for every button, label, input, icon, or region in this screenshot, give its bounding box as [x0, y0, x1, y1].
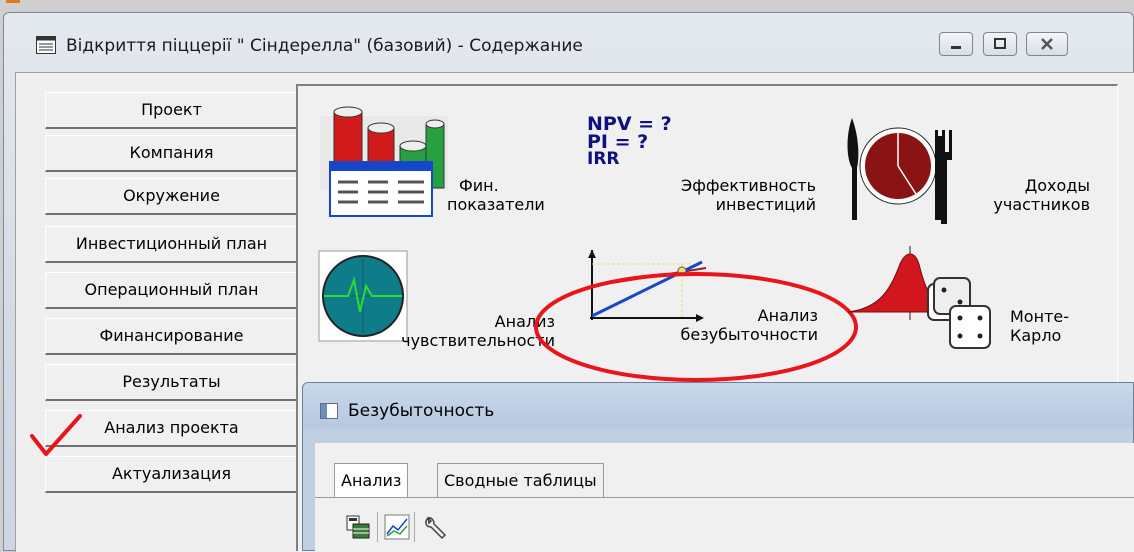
module-investment-efficiency[interactable] [580, 110, 820, 220]
montecarlo-label-line2: Карло [1010, 326, 1062, 345]
maximize-button[interactable] [983, 32, 1017, 56]
nav-button-company[interactable]: Компания [45, 135, 299, 172]
fin-label-line2: показатели [447, 195, 545, 214]
minimize-button[interactable] [939, 32, 973, 56]
subwindow-icon [320, 403, 338, 419]
toolbar-separator-2 [414, 512, 415, 542]
minimize-icon [951, 46, 961, 49]
export-table-icon[interactable] [345, 514, 371, 540]
maximize-icon [994, 38, 1006, 49]
chart-icon[interactable] [384, 514, 410, 540]
nav-button-financing[interactable]: Финансирование [45, 318, 299, 355]
nav-button-project[interactable]: Проект [45, 92, 299, 129]
income-plate-icon[interactable] [842, 114, 942, 224]
tab-strip-line [315, 497, 1134, 498]
window-title: Відкриття піццерії " Сіндерелла" (базови… [66, 36, 583, 56]
income-label-line1: Доходы [1024, 176, 1090, 195]
corner-mark [6, 0, 20, 3]
checkmark-annotation [30, 414, 82, 456]
close-button[interactable] [1026, 32, 1068, 56]
nav-button-results[interactable]: Результаты [45, 364, 299, 401]
financial-indicators-icon [320, 106, 448, 217]
toolbar-separator [377, 512, 378, 542]
close-icon [1041, 38, 1053, 50]
nav-button-operating-plan[interactable]: Операционный план [45, 272, 299, 309]
highlight-ellipse [534, 272, 858, 382]
fin-label-line1: Фин. [459, 176, 499, 195]
income-label-line2: участников [993, 195, 1090, 214]
sens-label-line1: Анализ [494, 312, 555, 331]
tab-summary-tables[interactable]: Сводные таблицы [437, 463, 604, 498]
sens-label-line2: чувствительности [401, 331, 555, 350]
nav-button-investment-plan[interactable]: Инвестиционный план [45, 226, 299, 263]
nav-button-environment[interactable]: Окружение [45, 178, 299, 215]
tab-analysis[interactable]: Анализ [334, 463, 409, 498]
monte-carlo-icon[interactable] [846, 244, 996, 362]
montecarlo-label-line1: Монте- [1010, 307, 1069, 326]
document-icon [36, 36, 56, 54]
wrench-icon[interactable] [422, 514, 448, 540]
nav-button-actualization[interactable]: Актуализация [45, 456, 299, 493]
subwindow-title: Безубыточность [348, 401, 495, 421]
